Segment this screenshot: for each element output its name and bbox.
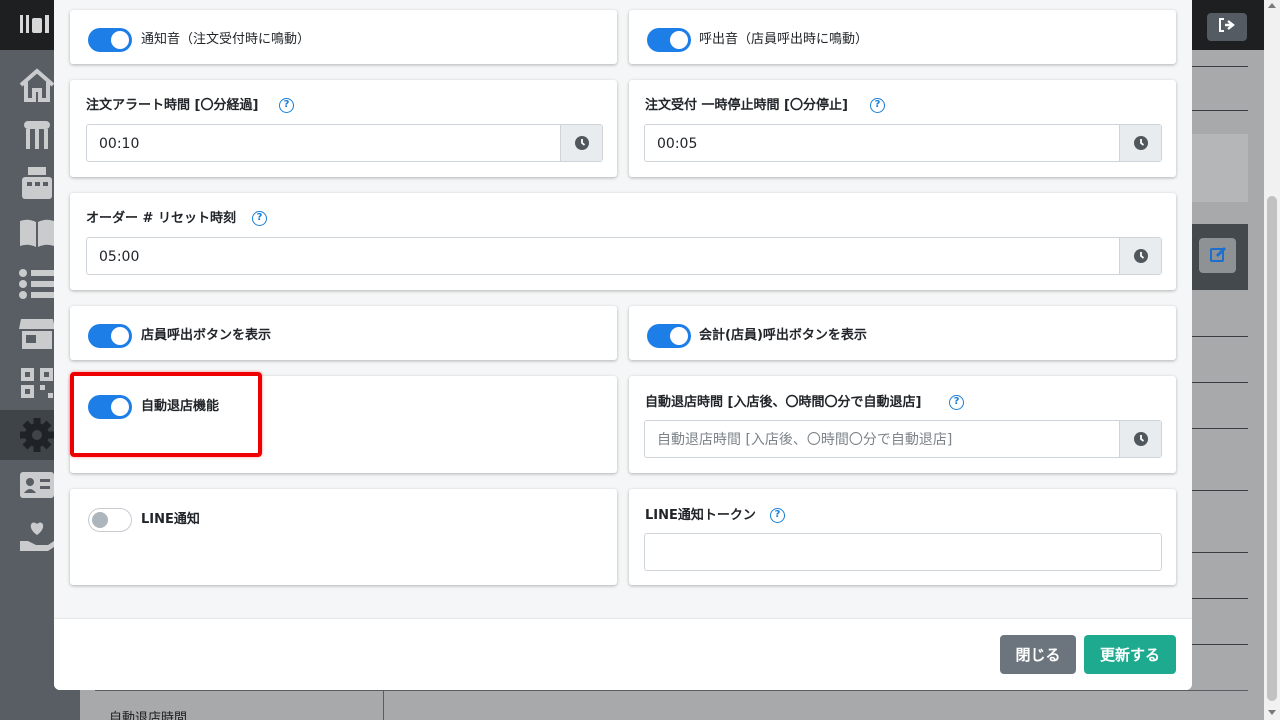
background-row-line — [1192, 490, 1248, 491]
background-divider — [1192, 66, 1248, 67]
background-edit-button[interactable] — [1199, 238, 1236, 273]
notify-sound-toggle[interactable] — [88, 28, 132, 52]
auto-checkout-time-label: 自動退店時間 [入店後、〇時間〇分で自動退店] — [645, 395, 922, 410]
store-icon[interactable] — [18, 114, 56, 152]
pause-time-input[interactable]: 00:05 — [644, 124, 1162, 162]
auto-checkout-time-help-icon[interactable]: ? — [949, 395, 964, 410]
call-sound-toggle[interactable] — [647, 28, 691, 52]
auto-checkout-time-input[interactable]: 自動退店時間 [入店後、〇時間〇分で自動退店] — [644, 420, 1162, 458]
notify-sound-label: 通知音（注文受付時に鳴動） — [141, 32, 311, 47]
scrollbar-thumb[interactable] — [1267, 196, 1277, 701]
order-reset-help-icon[interactable]: ? — [252, 211, 267, 226]
close-button[interactable]: 閉じる — [1000, 635, 1076, 674]
qr-icon[interactable] — [18, 364, 56, 402]
id-card-icon[interactable] — [18, 466, 56, 504]
background-table-label: 自動退店時間 — [109, 711, 188, 720]
background-row-line — [1192, 336, 1248, 337]
clock-icon[interactable] — [1119, 238, 1161, 274]
line-notify-card — [70, 489, 617, 585]
order-alert-help-icon[interactable]: ? — [279, 98, 294, 113]
book-icon[interactable] — [18, 214, 56, 252]
staff-call-button-label: 店員呼出ボタンを表示 — [141, 328, 272, 343]
background-divider — [1192, 110, 1248, 111]
background-row-line — [1192, 598, 1248, 599]
pause-time-label: 注文受付 一時停止時間 [〇分停止] — [645, 98, 848, 113]
clock-icon[interactable] — [560, 125, 602, 161]
clock-icon[interactable] — [1119, 125, 1161, 161]
line-token-input[interactable] — [644, 533, 1162, 571]
home-icon[interactable] — [18, 66, 56, 104]
logout-button[interactable] — [1207, 13, 1247, 41]
checkout-call-button-label: 会計(店員)呼出ボタンを表示 — [699, 328, 867, 343]
checkout-call-button-toggle[interactable] — [647, 324, 691, 348]
background-row-line — [1192, 552, 1248, 553]
app-logo — [18, 12, 52, 38]
register-icon[interactable] — [18, 164, 56, 202]
pause-time-help-icon[interactable]: ? — [870, 98, 885, 113]
line-token-label: LINE通知トークン — [645, 508, 756, 523]
order-reset-input[interactable]: 05:00 — [86, 237, 1162, 275]
scroll-down-arrow-icon[interactable] — [1268, 710, 1276, 715]
hand-heart-icon[interactable] — [18, 516, 56, 554]
background-table-row: 自動退店時間 — [95, 690, 1248, 720]
sign-out-icon — [1218, 17, 1236, 37]
pause-time-value: 00:05 — [657, 136, 698, 152]
scroll-up-arrow-icon[interactable] — [1268, 3, 1276, 8]
shop-icon[interactable] — [18, 314, 56, 352]
order-alert-label: 注文アラート時間 [〇分経過] — [86, 98, 259, 113]
update-button[interactable]: 更新する — [1084, 635, 1176, 674]
gear-icon[interactable] — [18, 416, 56, 454]
line-notify-toggle[interactable] — [88, 508, 132, 532]
line-token-help-icon[interactable]: ? — [770, 508, 785, 523]
order-reset-value: 05:00 — [99, 249, 140, 265]
clock-icon[interactable] — [1119, 421, 1161, 457]
order-alert-input[interactable]: 00:10 — [86, 124, 603, 162]
highlight-box — [70, 372, 262, 457]
background-table-cell: 自動退店時間 — [95, 691, 384, 720]
background-panel — [1192, 134, 1248, 202]
order-alert-value: 00:10 — [99, 136, 140, 152]
background-row-line — [1192, 644, 1248, 645]
call-sound-label: 呼出音（店員呼出時に鳴動） — [699, 32, 869, 47]
background-row-line — [1192, 428, 1248, 429]
auto-checkout-time-placeholder: 自動退店時間 [入店後、〇時間〇分で自動退店] — [657, 432, 953, 448]
background-row-line — [1192, 382, 1248, 383]
staff-call-button-toggle[interactable] — [88, 324, 132, 348]
order-reset-label: オーダー # リセット時刻 — [86, 211, 236, 226]
list-icon[interactable] — [18, 264, 56, 302]
line-notify-label: LINE通知 — [141, 512, 200, 527]
edit-icon — [1209, 245, 1227, 267]
